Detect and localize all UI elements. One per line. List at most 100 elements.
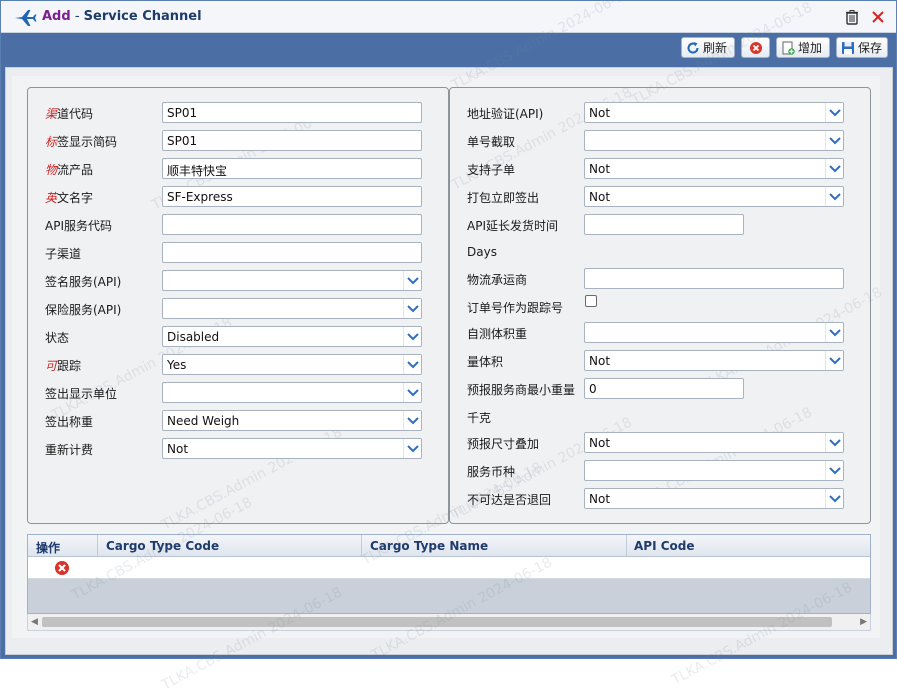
select-field[interactable] [162, 298, 422, 319]
chevron-down-icon[interactable] [825, 461, 843, 480]
grid-header: 操作 Cargo Type Code Cargo Type Name API C… [28, 535, 870, 557]
field-label-text: 状态 [45, 331, 70, 345]
scroll-thumb[interactable] [42, 617, 832, 627]
text-field[interactable]: 0 [584, 378, 744, 399]
field-value: SF-Express [167, 190, 233, 204]
title-separator: - [70, 9, 84, 24]
select-field[interactable]: Not [584, 350, 844, 371]
chevron-down-icon[interactable] [825, 159, 843, 178]
chevron-down-icon[interactable] [403, 439, 421, 458]
airplane-icon [13, 7, 37, 27]
field-value: SP01 [167, 134, 198, 148]
unit-label: Days [467, 245, 497, 259]
table-row [28, 557, 870, 579]
text-field[interactable] [584, 214, 744, 235]
text-field[interactable]: SP01 [162, 130, 422, 151]
chevron-down-icon[interactable] [403, 383, 421, 402]
text-field[interactable] [162, 214, 422, 235]
field-label: 状态 [45, 329, 69, 346]
field-label: 签出称重 [45, 413, 93, 430]
field-label: 自测体积重 [467, 327, 528, 341]
scroll-left-icon[interactable]: ◀ [31, 617, 38, 627]
field-label: 预报服务商最小重量 [467, 383, 576, 397]
col-cargo-type-name[interactable]: Cargo Type Name [370, 539, 488, 553]
select-field[interactable] [584, 460, 844, 481]
chevron-down-icon[interactable] [403, 271, 421, 290]
save-button[interactable]: 保存 [836, 37, 888, 58]
col-actions[interactable]: 操作 [36, 539, 60, 556]
trash-icon[interactable] [844, 9, 860, 25]
select-field[interactable]: Not [584, 158, 844, 179]
text-field[interactable] [584, 268, 844, 289]
field-label: 地址验证(API) [467, 107, 544, 121]
chevron-down-icon[interactable] [825, 489, 843, 508]
col-api-code[interactable]: API Code [634, 539, 695, 553]
field-label: 子渠道 [45, 245, 81, 262]
field-value: Disabled [167, 330, 220, 344]
select-field[interactable] [162, 382, 422, 403]
chevron-down-icon[interactable] [403, 411, 421, 430]
field-value: Not [589, 492, 611, 506]
field-value: Not [589, 106, 611, 120]
chevron-down-icon[interactable] [403, 299, 421, 318]
field-label-text: 签显示简码 [57, 135, 118, 149]
field-label: 服务币种 [467, 465, 516, 479]
select-field[interactable]: Not [584, 102, 844, 123]
select-field[interactable]: Yes [162, 354, 422, 375]
title-bar: Add - Service Channel [1, 1, 896, 33]
refresh-button[interactable]: 刷新 [681, 37, 735, 58]
dialog-window: Add - Service Channel 刷新 增加 保存 操作 Cargo … [0, 0, 897, 693]
select-field[interactable]: Need Weigh [162, 410, 422, 431]
field-value: Not [589, 354, 611, 368]
field-label: 单号截取 [467, 135, 516, 149]
select-field[interactable] [584, 130, 844, 151]
field-label: 打包立即签出 [467, 191, 540, 205]
select-field[interactable]: Not [162, 438, 422, 459]
field-label: 签出显示单位 [45, 385, 117, 402]
scroll-right-icon[interactable]: ▶ [860, 617, 867, 627]
chevron-down-icon[interactable] [825, 323, 843, 342]
action-toolbar: 刷新 增加 保存 [1, 33, 896, 61]
cancel-icon [749, 41, 763, 55]
close-icon[interactable] [870, 9, 886, 25]
dialog-title: Add - Service Channel [42, 9, 202, 24]
text-field[interactable]: SP01 [162, 102, 422, 123]
unit-label: 千克 [467, 411, 492, 425]
tracking-checkbox[interactable] [585, 295, 597, 307]
field-label-text: API服务代码 [45, 219, 112, 233]
field-value: 0 [589, 382, 597, 396]
field-value: Not [589, 190, 611, 204]
field-label: 重新计费 [45, 441, 93, 458]
col-cargo-type-code[interactable]: Cargo Type Code [106, 539, 219, 553]
save-label: 保存 [858, 41, 883, 55]
chevron-down-icon[interactable] [403, 327, 421, 346]
field-label-text: 道代码 [57, 107, 94, 121]
horizontal-scrollbar[interactable]: ◀ ▶ [27, 614, 871, 631]
select-field[interactable]: Disabled [162, 326, 422, 347]
field-label: 物流产品 [45, 161, 93, 178]
chevron-down-icon[interactable] [825, 187, 843, 206]
select-field[interactable] [162, 270, 422, 291]
select-field[interactable]: Not [584, 186, 844, 207]
text-field[interactable]: SF-Express [162, 186, 422, 207]
chevron-down-icon[interactable] [403, 355, 421, 374]
text-field[interactable]: 顺丰特快宝 [162, 158, 422, 179]
select-field[interactable] [584, 322, 844, 343]
chevron-down-icon[interactable] [825, 103, 843, 122]
select-field[interactable]: Not [584, 432, 844, 453]
field-label-text: 签出显示单位 [45, 387, 118, 401]
select-field[interactable]: Not [584, 488, 844, 509]
chevron-down-icon[interactable] [825, 131, 843, 150]
cancel-button[interactable] [741, 37, 770, 58]
text-field[interactable] [162, 242, 422, 263]
field-value: Yes [167, 358, 187, 372]
chevron-down-icon[interactable] [825, 351, 843, 370]
field-label: 量体积 [467, 355, 504, 369]
field-label-text: 文名字 [57, 191, 94, 205]
add-button[interactable]: 增加 [776, 37, 830, 58]
field-label: 标签显示简码 [45, 133, 117, 150]
delete-row-icon[interactable] [54, 560, 70, 576]
refresh-label: 刷新 [703, 41, 728, 55]
field-label: 支持子单 [467, 163, 516, 177]
chevron-down-icon[interactable] [825, 433, 843, 452]
